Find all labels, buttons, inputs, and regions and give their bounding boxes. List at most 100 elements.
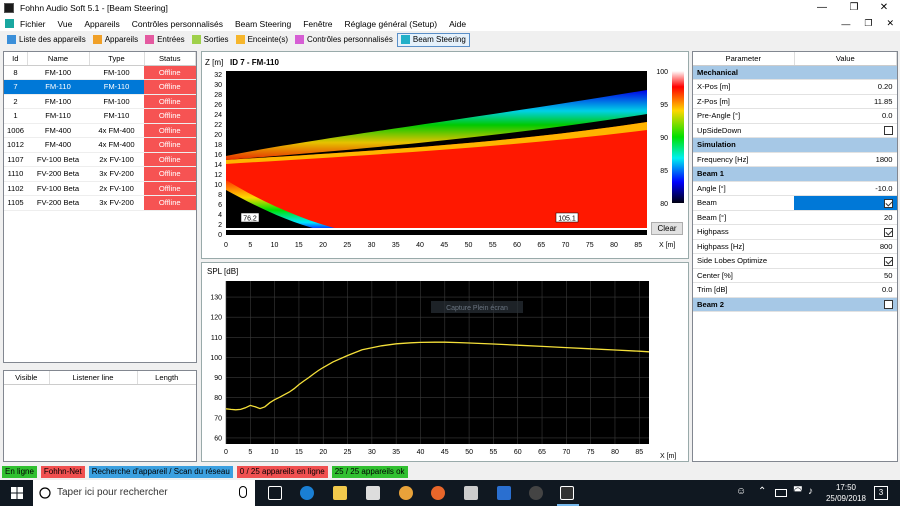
param-value[interactable]: 50: [794, 268, 897, 283]
tab-appareils[interactable]: Appareils: [90, 33, 141, 47]
battery-icon[interactable]: [775, 489, 787, 497]
mdi-minimize-icon[interactable]: —: [841, 19, 850, 29]
microphone-icon[interactable]: [239, 486, 247, 498]
menu-aide[interactable]: Aide: [449, 19, 466, 29]
mdi-restore-icon[interactable]: ❐: [864, 18, 872, 29]
menu-reglage[interactable]: Réglage général (Setup): [345, 19, 438, 29]
param-value[interactable]: 11.85: [794, 94, 897, 109]
spl-xlabel: X [m]: [660, 453, 676, 460]
marker-right-label: 105.1: [558, 216, 576, 223]
col-type[interactable]: Type: [89, 52, 145, 66]
tab-beam-steering[interactable]: Beam Steering: [396, 32, 470, 47]
mdi-close-icon[interactable]: ✕: [886, 18, 894, 29]
task-view-icon[interactable]: [268, 486, 282, 500]
section-mechanical[interactable]: Mechanical: [693, 65, 897, 80]
windows-start-icon[interactable]: [11, 487, 23, 499]
device-id: 1: [4, 108, 27, 124]
col-id[interactable]: Id: [4, 52, 28, 66]
side-lobes-checkbox[interactable]: [883, 256, 893, 266]
spl-x-tick: 40: [417, 449, 425, 456]
device-row[interactable]: 8 FM-100 FM-100 Offline: [4, 65, 196, 80]
param-row: Pre-Angle [°] 0.0: [693, 108, 897, 124]
device-row[interactable]: 1107 FV-100 Beta 2x FV-100 Offline: [4, 152, 196, 167]
section-beam-2[interactable]: Beam 2: [693, 297, 897, 312]
col-length[interactable]: Length: [137, 371, 196, 385]
store-icon[interactable]: [366, 486, 380, 500]
v8-icon[interactable]: [529, 486, 543, 500]
beam-2-checkbox[interactable]: [883, 300, 893, 309]
menu-appareils[interactable]: Appareils: [84, 19, 119, 29]
device-id: 1006: [4, 123, 27, 138]
menu-beam-steering[interactable]: Beam Steering: [235, 19, 291, 29]
device-row[interactable]: 1110 FV-200 Beta 3x FV-200 Offline: [4, 166, 196, 182]
x-tick: 15: [295, 242, 303, 249]
device-row[interactable]: 1105 FV-200 Beta 3x FV-200 Offline: [4, 195, 196, 211]
status-scan[interactable]: Recherche d'appareil / Scan du réseau: [88, 466, 233, 478]
minimize-button[interactable]: —: [808, 0, 836, 16]
tab-sorties[interactable]: Sorties: [189, 33, 232, 47]
tray-chevron-icon[interactable]: ⌃: [758, 486, 766, 497]
clear-button[interactable]: Clear: [651, 222, 683, 235]
tab-controles[interactable]: Contrôles personnalisés: [292, 33, 396, 47]
param-value[interactable]: -10.0: [794, 181, 897, 196]
param-value[interactable]: 0.0: [794, 282, 897, 298]
device-name: FV-100 Beta: [27, 181, 89, 196]
media-player-icon[interactable]: [497, 486, 511, 500]
file-explorer-icon[interactable]: [333, 486, 347, 500]
search-placeholder: Taper ici pour rechercher: [57, 487, 168, 498]
upsidedown-checkbox[interactable]: [883, 126, 893, 135]
section-beam-1[interactable]: Beam 1: [693, 166, 897, 182]
param-value[interactable]: 0.0: [794, 108, 897, 124]
menu-controles[interactable]: Contrôles personnalisés: [132, 19, 223, 29]
col-visible[interactable]: Visible: [4, 371, 50, 385]
network-icon[interactable]: ◚: [793, 486, 803, 497]
beam-checkbox[interactable]: [883, 198, 893, 208]
device-row[interactable]: 1 FM-110 FM-110 Offline: [4, 108, 196, 124]
device-type: 3x FV-200: [89, 195, 144, 211]
mail-icon[interactable]: [464, 486, 478, 500]
spl-y-tick: 90: [214, 375, 222, 382]
param-label: Highpass [Hz]: [693, 239, 794, 254]
search-box[interactable]: Taper ici pour rechercher: [33, 480, 255, 506]
maximize-button[interactable]: ❐: [840, 0, 868, 16]
device-table: Id Name Type Status 8 FM-100 FM-100 Offline…: [4, 52, 196, 211]
section-simulation[interactable]: Simulation: [693, 137, 897, 153]
param-value[interactable]: 20: [794, 210, 897, 225]
media-icon[interactable]: [399, 486, 413, 500]
menu-fichier[interactable]: Fichier: [20, 19, 46, 29]
watermark-text: Capture Plein écran: [446, 305, 508, 312]
col-name[interactable]: Name: [27, 52, 90, 66]
col-status[interactable]: Status: [144, 52, 196, 66]
firefox-icon[interactable]: [431, 486, 445, 500]
y-tick: 14: [214, 162, 222, 169]
close-button[interactable]: ✕: [870, 0, 898, 16]
fohhn-app-icon[interactable]: [560, 486, 574, 500]
tab-entrees[interactable]: Entrées: [142, 33, 188, 47]
volume-icon[interactable]: ♪: [808, 486, 813, 497]
menu-fenetre[interactable]: Fenêtre: [303, 19, 332, 29]
device-id: 7: [4, 79, 27, 95]
listener-table: Visible Listener line Length: [4, 371, 196, 385]
device-row[interactable]: 1102 FV-100 Beta 2x FV-100 Offline: [4, 181, 196, 196]
y-tick: 22: [214, 122, 222, 129]
people-icon[interactable]: ☺: [736, 486, 746, 497]
clock-date[interactable]: 25/09/2018: [823, 494, 869, 503]
notification-icon[interactable]: 3: [874, 486, 888, 500]
tab-liste-appareils[interactable]: Liste des appareils: [4, 33, 89, 47]
menu-vue[interactable]: Vue: [58, 19, 73, 29]
device-row[interactable]: 7 FM-110 FM-110 Offline: [4, 79, 196, 95]
device-row[interactable]: 1012 FM-400 4x FM-400 Offline: [4, 137, 196, 153]
edge-icon[interactable]: [300, 486, 314, 500]
device-row[interactable]: 1006 FM-400 4x FM-400 Offline: [4, 123, 196, 138]
param-value[interactable]: 800: [794, 239, 897, 254]
highpass-checkbox[interactable]: [883, 227, 893, 237]
col-parameter: Parameter: [693, 52, 795, 66]
param-value[interactable]: 0.20: [794, 79, 897, 95]
device-row[interactable]: 2 FM-100 FM-100 Offline: [4, 94, 196, 109]
clock-time[interactable]: 17:50: [823, 483, 869, 492]
app-menu-icon[interactable]: [5, 19, 14, 28]
col-listener-line[interactable]: Listener line: [49, 371, 138, 385]
param-value[interactable]: 1800: [794, 152, 897, 167]
tab-enceintes[interactable]: Enceinte(s): [233, 33, 291, 47]
param-row: Highpass: [693, 224, 897, 240]
